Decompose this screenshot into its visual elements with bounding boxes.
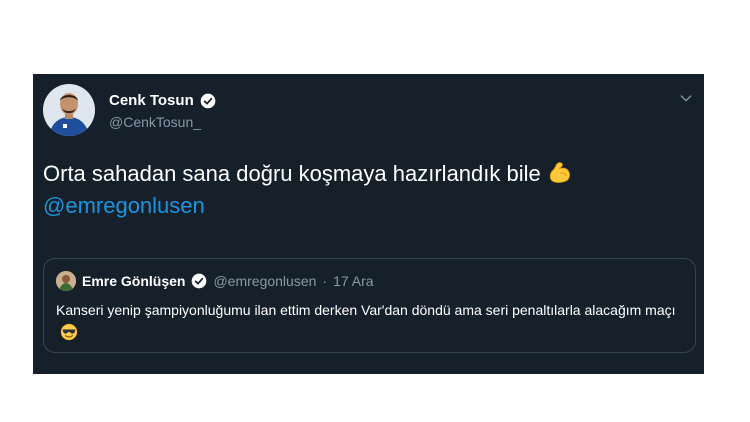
tweet-card: Cenk Tosun @CenkTosun_ Orta sahadan sana… [33, 74, 704, 374]
chevron-down-icon[interactable] [678, 90, 694, 106]
quoted-tweet-body: Kanseri yenip şampiyonluğumu ilan ettim … [56, 299, 676, 343]
quoted-tweet[interactable]: Emre Gönlüşen @emregonlusen · 17 Ara Kan… [43, 258, 696, 353]
author-name[interactable]: Cenk Tosun [109, 92, 194, 109]
dot-separator: · [322, 273, 328, 289]
author-avatar[interactable] [43, 84, 95, 136]
quoted-author-avatar[interactable] [56, 271, 76, 291]
quoted-avatar-image [56, 271, 76, 291]
tweet-body: Orta sahadan sana doğru koşmaya hazırlan… [43, 158, 683, 222]
quoted-author-handle[interactable]: @emregonlusen [213, 273, 316, 289]
tweet-text: Orta sahadan sana doğru koşmaya hazırlan… [43, 161, 541, 186]
quoted-date[interactable]: 17 Ara [333, 273, 373, 289]
author-handle[interactable]: @CenkTosun_ [109, 114, 201, 130]
verified-badge-icon [192, 273, 207, 289]
avatar-image [43, 84, 95, 136]
verified-badge-icon [200, 93, 216, 108]
quoted-author-name[interactable]: Emre Gönlüşen [82, 273, 185, 289]
quoted-tweet-text: Kanseri yenip şampiyonluğumu ilan ettim … [56, 302, 676, 318]
flexed-biceps-icon [549, 162, 570, 183]
mention-link[interactable]: @emregonlusen [43, 193, 205, 218]
smiling-face-with-sunglasses-icon [60, 323, 78, 341]
